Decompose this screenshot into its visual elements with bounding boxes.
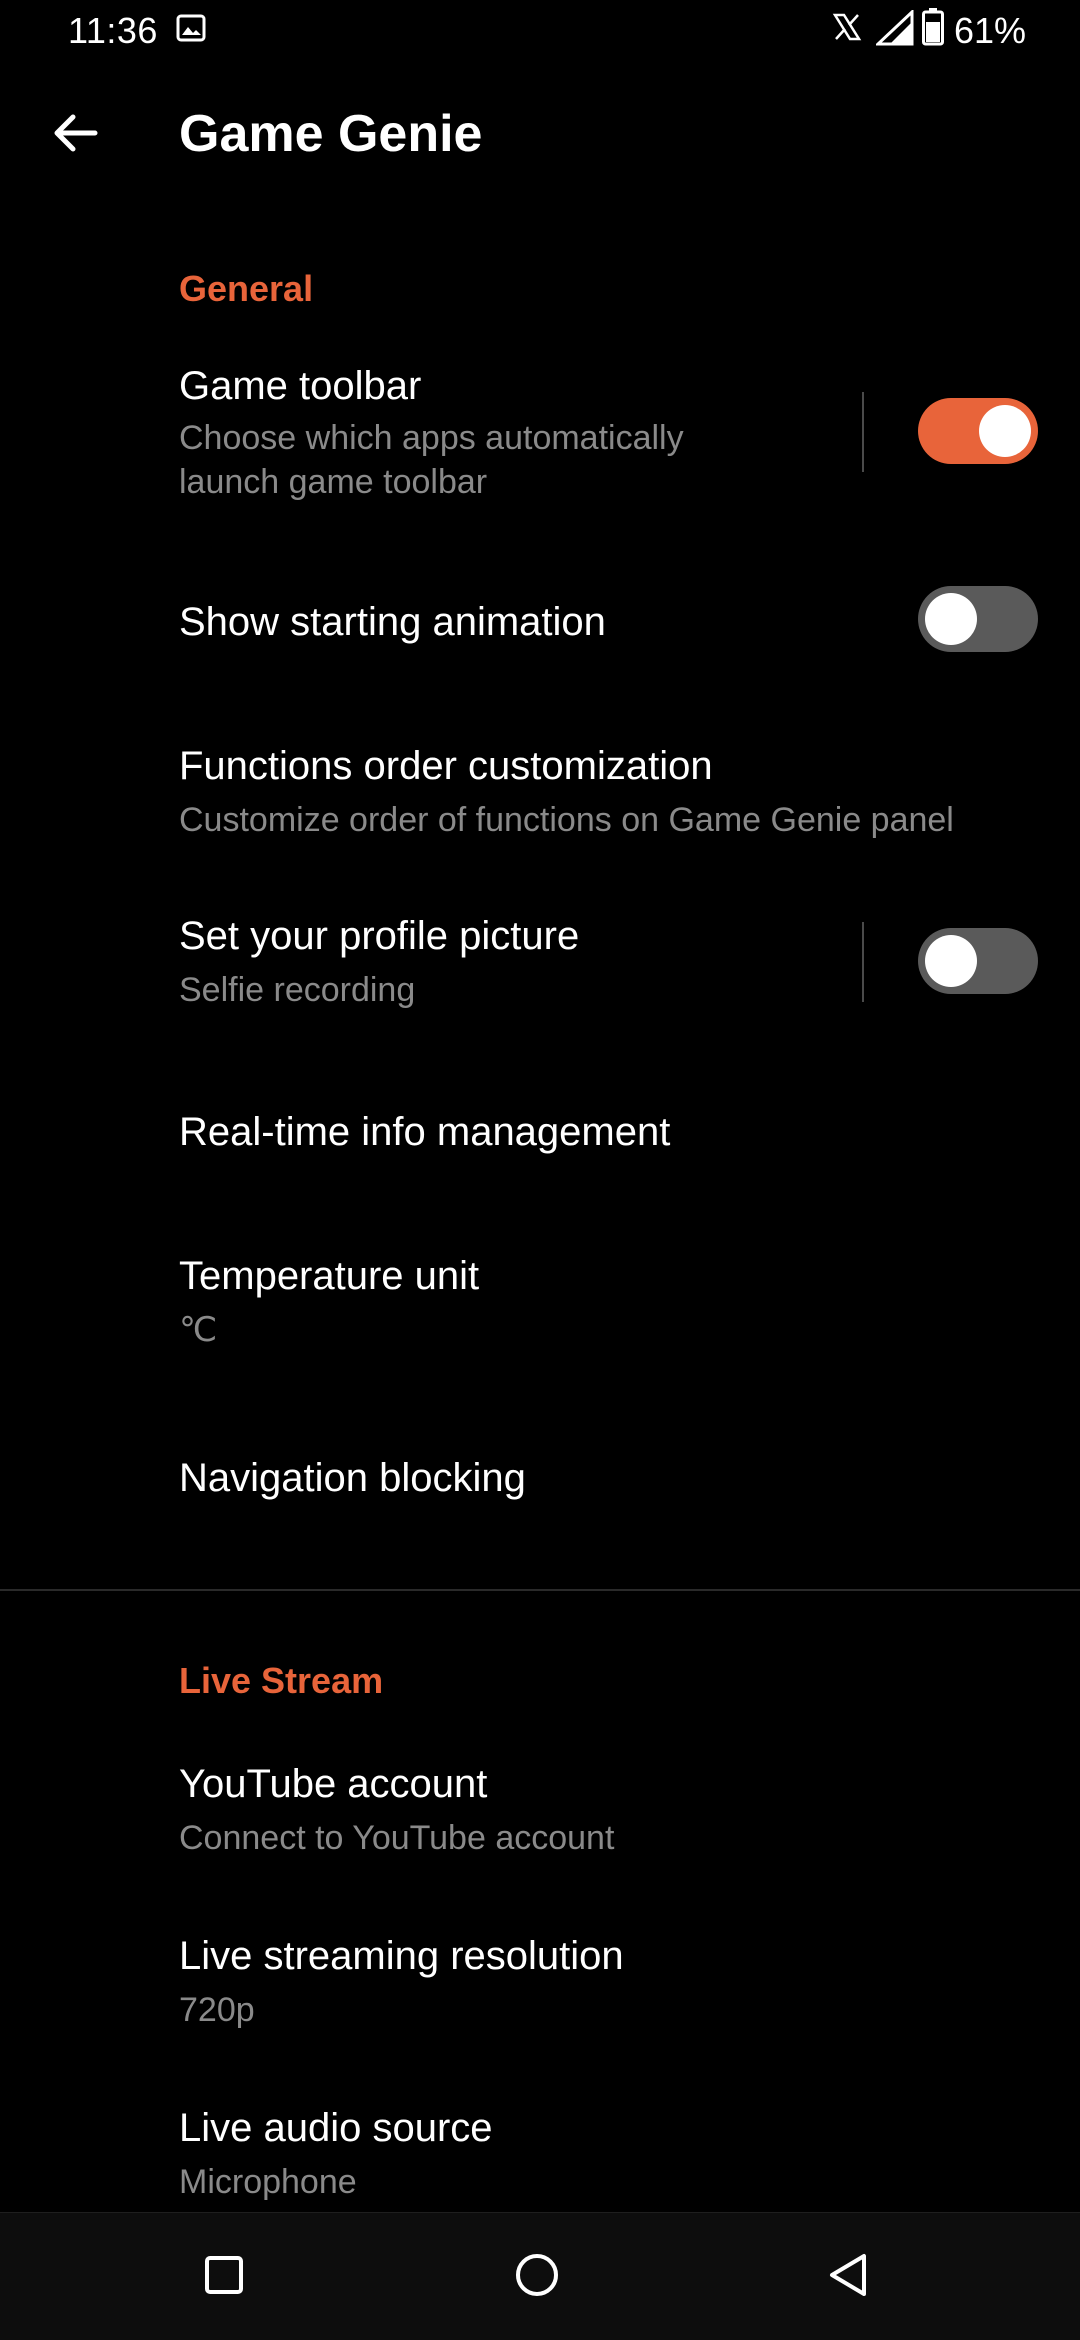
profile-picture-title: Set your profile picture (179, 914, 580, 958)
setting-realtime-info[interactable]: Real-time info management (0, 1080, 1080, 1190)
realtime-info-title: Real-time info management (179, 1110, 671, 1154)
live-streaming-resolution-value: 720p (179, 1991, 255, 2029)
setting-profile-picture[interactable]: Set your profile picture Selfie recordin… (0, 890, 1080, 1030)
setting-live-streaming-resolution[interactable]: Live streaming resolution 720p (0, 1912, 1080, 2052)
setting-functions-order[interactable]: Functions order customization Customize … (0, 720, 1080, 860)
functions-order-title: Functions order customization (179, 744, 713, 788)
battery-icon (922, 8, 944, 46)
toggle-knob (925, 593, 977, 645)
setting-youtube-account[interactable]: YouTube account Connect to YouTube accou… (0, 1740, 1080, 1880)
x-app-icon (832, 12, 862, 42)
app-bar: Game Genie (0, 60, 1080, 210)
back-triangle-icon (826, 2252, 870, 2303)
show-starting-animation-title: Show starting animation (179, 600, 606, 644)
toggle-knob (925, 935, 977, 987)
game-toolbar-title: Game toolbar (179, 364, 422, 408)
functions-order-subtitle: Customize order of functions on Game Gen… (179, 801, 954, 839)
section-header-live-stream: Live Stream (179, 1660, 384, 1701)
setting-live-audio-source[interactable]: Live audio source Microphone (0, 2084, 1080, 2212)
back-button[interactable] (40, 100, 110, 170)
home-button[interactable] (497, 2237, 577, 2317)
setting-navigation-blocking[interactable]: Navigation blocking (0, 1420, 1080, 1540)
navigation-bar (0, 2212, 1080, 2340)
temperature-unit-value: ℃ (179, 1311, 218, 1349)
setting-temperature-unit[interactable]: Temperature unit ℃ (0, 1230, 1080, 1370)
game-toolbar-subtitle-2: launch game toolbar (179, 463, 488, 501)
screen: 11:36 61% Game Genie General Game toolba… (0, 0, 1080, 2340)
status-bar: 11:36 61% (0, 0, 1080, 60)
image-icon (176, 14, 206, 42)
setting-show-starting-animation[interactable]: Show starting animation (0, 560, 1080, 680)
youtube-account-title: YouTube account (179, 1762, 488, 1806)
youtube-account-subtitle: Connect to YouTube account (179, 1819, 615, 1857)
home-icon (514, 2252, 560, 2303)
setting-game-toolbar[interactable]: Game toolbar Choose which apps automatic… (0, 350, 1080, 520)
game-toolbar-toggle[interactable] (918, 398, 1038, 464)
live-audio-source-title: Live audio source (179, 2106, 493, 2150)
signal-icon (874, 8, 914, 46)
status-time: 11:36 (68, 10, 158, 51)
vertical-divider (862, 392, 864, 472)
navigation-blocking-title: Navigation blocking (179, 1456, 526, 1500)
arrow-left-icon (51, 109, 99, 162)
page-title: Game Genie (179, 105, 483, 163)
recents-button[interactable] (184, 2237, 264, 2317)
section-header-general: General (179, 268, 314, 309)
profile-picture-toggle[interactable] (918, 928, 1038, 994)
live-audio-source-value: Microphone (179, 2163, 357, 2201)
battery-percentage: 61% (954, 10, 1027, 51)
live-streaming-resolution-title: Live streaming resolution (179, 1934, 624, 1978)
section-divider (0, 1589, 1080, 1591)
profile-picture-subtitle: Selfie recording (179, 971, 416, 1009)
recents-icon (204, 2255, 244, 2300)
show-starting-animation-toggle[interactable] (918, 586, 1038, 652)
toggle-knob (979, 405, 1031, 457)
game-toolbar-subtitle-1: Choose which apps automatically (179, 419, 684, 457)
vertical-divider (862, 922, 864, 1002)
temperature-unit-title: Temperature unit (179, 1254, 480, 1298)
back-nav-button[interactable] (808, 2237, 888, 2317)
